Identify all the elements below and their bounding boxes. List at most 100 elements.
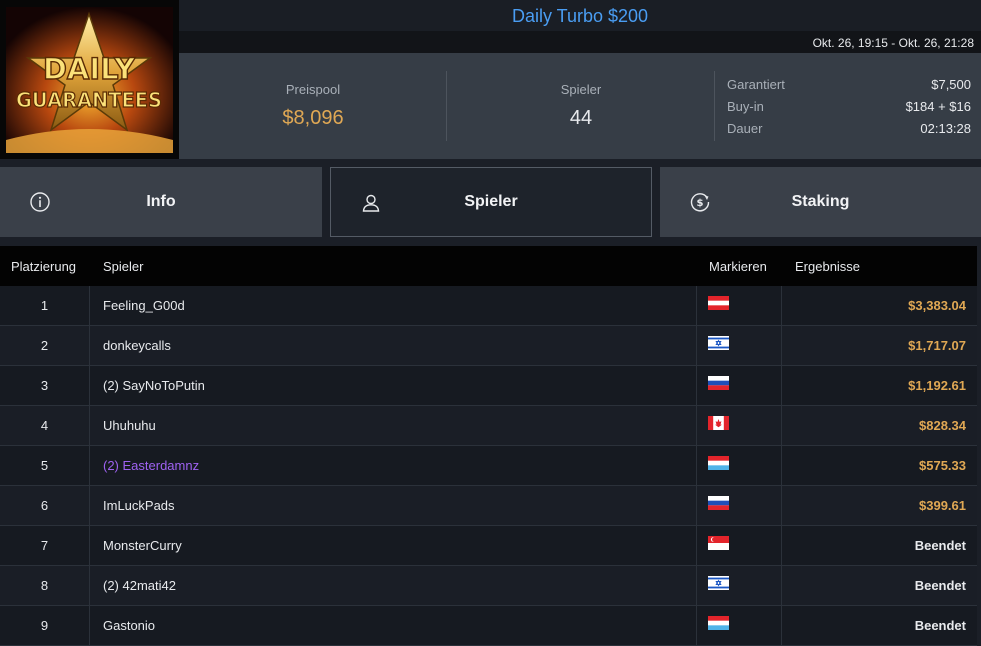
- duration-value: 02:13:28: [920, 121, 971, 136]
- table-row[interactable]: 6 ImLuckPads $399.61: [0, 486, 977, 526]
- israel-flag-icon[interactable]: [708, 336, 729, 350]
- column-divider: [696, 366, 697, 406]
- tournament-date-range: Okt. 26, 19:15 - Okt. 26, 21:28: [179, 31, 981, 53]
- row-result: Beendet: [914, 618, 966, 633]
- israel-flag-icon[interactable]: [708, 576, 729, 590]
- tab-info[interactable]: Info: [0, 167, 322, 237]
- column-divider: [89, 446, 90, 486]
- table-row[interactable]: 9 Gastonio Beendet: [0, 606, 977, 646]
- column-divider: [89, 566, 90, 606]
- column-divider: [781, 446, 782, 486]
- col-player-header: Spieler: [103, 259, 144, 274]
- table-row[interactable]: 1 Feeling_G00d $3,383.04: [0, 286, 977, 326]
- row-result: $575.33: [919, 458, 966, 473]
- row-rank: 9: [40, 618, 49, 633]
- row-player-name[interactable]: ImLuckPads: [103, 498, 175, 513]
- table-row[interactable]: 3 (2) SayNoToPutin $1,192.61: [0, 366, 977, 406]
- buyin-value: $184 + $16: [905, 99, 971, 114]
- singapore-flag-icon[interactable]: [708, 536, 729, 550]
- column-divider: [696, 486, 697, 526]
- prize-pool-stat: Preispool $8,096: [179, 53, 447, 159]
- col-flag-header: Markieren: [709, 259, 767, 274]
- row-rank: 5: [40, 458, 49, 473]
- table-row[interactable]: 5 (2) Easterdamnz $575.33: [0, 446, 977, 486]
- column-divider: [696, 446, 697, 486]
- tournament-details: Garantiert $7,500 Buy-in $184 + $16 Daue…: [727, 75, 971, 141]
- row-rank: 1: [40, 298, 49, 313]
- tab-players[interactable]: Spieler: [330, 167, 652, 237]
- row-rank: 2: [40, 338, 49, 353]
- user-icon: [362, 194, 380, 212]
- tab-staking[interactable]: $ Staking: [660, 167, 981, 237]
- column-divider: [89, 526, 90, 566]
- canada-flag-icon[interactable]: [708, 416, 729, 430]
- col-rank-header: Platzierung: [11, 259, 77, 274]
- column-divider: [781, 366, 782, 406]
- row-player-name[interactable]: Gastonio: [103, 618, 155, 633]
- stats-divider: [714, 71, 715, 141]
- russia-flag-icon[interactable]: [708, 376, 729, 390]
- row-player-name[interactable]: Feeling_G00d: [103, 298, 185, 313]
- col-result-header: Ergebnisse: [795, 259, 861, 274]
- row-player-name[interactable]: MonsterCurry: [103, 538, 182, 553]
- guaranteed-value: $7,500: [931, 77, 971, 92]
- column-divider: [696, 606, 697, 646]
- table-row[interactable]: 2 donkeycalls $1,717.07: [0, 326, 977, 366]
- row-rank: 4: [40, 418, 49, 433]
- luxembourg-flag-icon[interactable]: [708, 456, 729, 470]
- column-divider: [696, 526, 697, 566]
- player-count-value: 44: [569, 107, 593, 129]
- column-divider: [89, 286, 90, 326]
- austria-flag-icon[interactable]: [708, 296, 729, 310]
- date-range-text: Okt. 26, 19:15 - Okt. 26, 21:28: [812, 36, 974, 50]
- column-divider: [781, 566, 782, 606]
- tab-players-label: Spieler: [464, 193, 518, 210]
- column-divider: [781, 486, 782, 526]
- table-row[interactable]: 8 (2) 42mati42 Beendet: [0, 566, 977, 606]
- row-result: $828.34: [919, 418, 966, 433]
- row-player-name[interactable]: Uhuhuhu: [103, 418, 156, 433]
- column-divider: [89, 406, 90, 446]
- row-result: $1,192.61: [908, 378, 966, 393]
- staking-dollar-icon: $: [690, 193, 710, 212]
- column-divider: [781, 326, 782, 366]
- tournament-tabs: Info Spieler $ Staking: [0, 167, 981, 238]
- guaranteed-row: Garantiert $7,500: [727, 75, 971, 97]
- tournament-title: Daily Turbo $200: [179, 0, 981, 31]
- table-row[interactable]: 4 Uhuhuhu $828.34: [0, 406, 977, 446]
- guaranteed-label: Garantiert: [727, 77, 785, 92]
- row-player-name[interactable]: donkeycalls: [103, 338, 171, 353]
- table-row[interactable]: 7 MonsterCurry Beendet: [0, 526, 977, 566]
- duration-row: Dauer 02:13:28: [727, 119, 971, 141]
- row-player-name[interactable]: (2) SayNoToPutin: [103, 378, 205, 393]
- column-divider: [696, 406, 697, 446]
- row-player-name[interactable]: (2) Easterdamnz: [103, 458, 199, 473]
- tab-staking-label: Staking: [791, 193, 850, 210]
- luxembourg-flag-icon[interactable]: [708, 616, 729, 630]
- row-result: Beendet: [914, 538, 966, 553]
- prize-pool-value: $8,096: [282, 107, 344, 129]
- row-result: Beendet: [914, 578, 966, 593]
- tab-info-label: Info: [146, 193, 176, 210]
- duration-label: Dauer: [727, 121, 763, 136]
- tournament-stats-panel: Preispool $8,096 Spieler 44 Garantiert $…: [179, 53, 981, 159]
- tournament-logo: DAILY GUARANTEES: [0, 0, 179, 159]
- table-header: Platzierung Spieler Markieren Ergebnisse: [0, 246, 977, 286]
- column-divider: [781, 526, 782, 566]
- column-divider: [781, 406, 782, 446]
- row-result: $399.61: [919, 498, 966, 513]
- column-divider: [696, 286, 697, 326]
- row-rank: 3: [40, 378, 49, 393]
- russia-flag-icon[interactable]: [708, 496, 729, 510]
- svg-text:GUARANTEES: GUARANTEES: [16, 88, 162, 112]
- column-divider: [781, 286, 782, 326]
- column-divider: [89, 366, 90, 406]
- row-player-name[interactable]: (2) 42mati42: [103, 578, 176, 593]
- buyin-row: Buy-in $184 + $16: [727, 97, 971, 119]
- column-divider: [696, 566, 697, 606]
- buyin-label: Buy-in: [727, 99, 764, 114]
- row-rank: 8: [40, 578, 49, 593]
- column-divider: [781, 606, 782, 646]
- prize-pool-label: Preispool: [285, 82, 341, 97]
- row-rank: 6: [40, 498, 49, 513]
